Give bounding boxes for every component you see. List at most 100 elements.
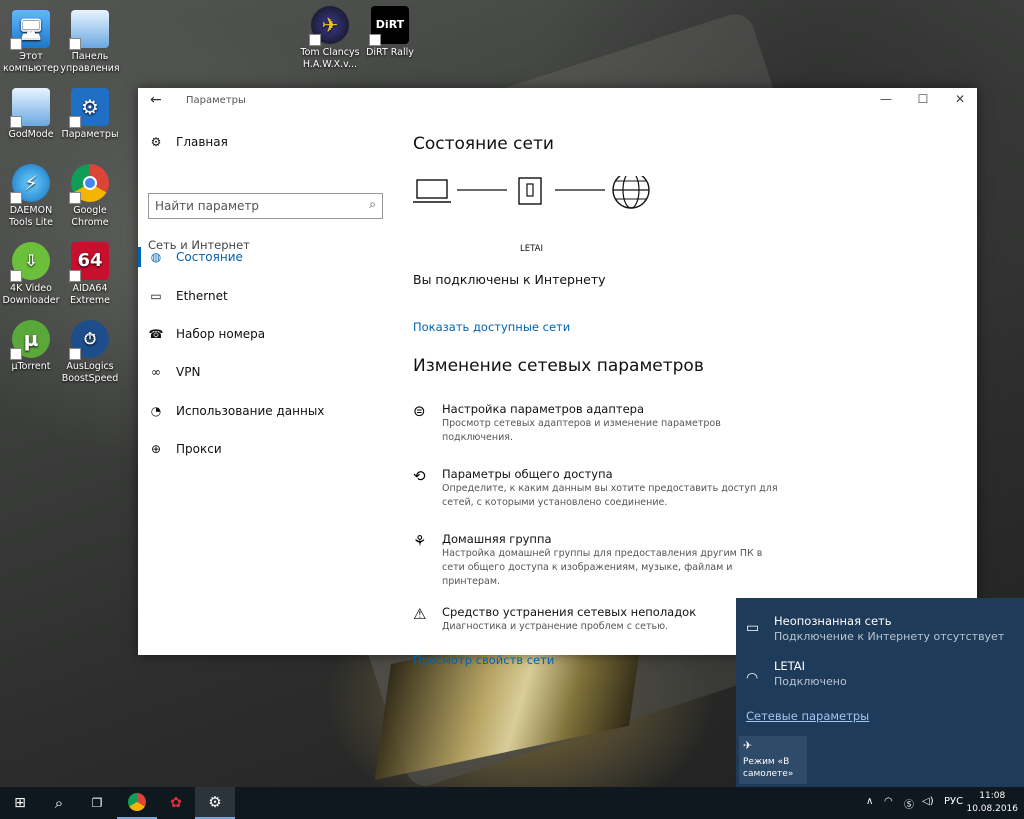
- skype-tray-icon[interactable]: Ⓢ: [904, 796, 914, 811]
- nav-home-label: Главная: [176, 135, 228, 149]
- desktop-icon-label: GodMode: [8, 129, 54, 140]
- network-status: Подключение к Интернету отсутствует: [774, 630, 1005, 643]
- desktop-icon-label: µTorrent: [11, 361, 51, 372]
- desktop-icon-hawx[interactable]: ✈ Tom Clancys H.A.W.X.v...: [299, 6, 361, 71]
- network-flyout: ▭ Неопознанная сеть Подключение к Интерн…: [736, 598, 1024, 787]
- maximize-button[interactable]: ☐: [913, 92, 933, 110]
- nav-item-status[interactable]: ◍ Состояние: [148, 244, 243, 270]
- desktop-icon-label: 4K Video Downloader: [2, 283, 60, 306]
- taskbar: ⊞ ⌕ ❐ ✿ ⚙ ∧ ◠ Ⓢ ◁) РУС 11:08 10.08.2016: [0, 787, 1024, 819]
- desktop-icon-daemon-tools[interactable]: ⚡ DAEMON Tools Lite: [0, 164, 62, 229]
- desktop-icon-label: AusLogics BoostSpeed: [61, 361, 119, 384]
- desktop-icon-auslogics[interactable]: ⏱ AusLogics BoostSpeed: [59, 320, 121, 385]
- search-icon: ⌕: [54, 794, 64, 812]
- desktop-icon-control-panel[interactable]: Панель управления: [59, 10, 121, 75]
- airplane-icon: ✈: [743, 739, 753, 752]
- nav-home[interactable]: ⚙ Главная: [148, 129, 228, 155]
- troubleshooter-link[interactable]: Средство устранения сетевых неполадок: [442, 605, 696, 619]
- wifi-icon: ◠: [746, 670, 759, 686]
- input-language[interactable]: РУС: [944, 796, 963, 807]
- utorrent-icon: µ: [10, 320, 50, 360]
- airplane-mode-toggle[interactable]: ✈ Режим «В самолете»: [739, 736, 807, 784]
- dirt-rally-icon: DiRT: [369, 6, 409, 46]
- network-settings-link[interactable]: Сетевые параметры: [746, 709, 869, 723]
- desktop-icon-label: Tom Clancys H.A.W.X.v...: [300, 47, 360, 70]
- network-name[interactable]: LETAI: [774, 659, 805, 673]
- control-panel-icon: [10, 88, 50, 128]
- network-diagram: [413, 176, 650, 209]
- task-view-button[interactable]: ❐: [77, 787, 117, 819]
- app-icon: ✿: [170, 795, 182, 811]
- nav-item-dialup[interactable]: ☎ Набор номера: [148, 321, 266, 347]
- close-button[interactable]: ✕: [950, 92, 970, 110]
- settings-content: Состояние сети LETAI Вы подключены к Инт…: [413, 114, 973, 667]
- nav-item-label: VPN: [176, 365, 201, 379]
- taskbar-settings[interactable]: ⚙: [195, 787, 235, 819]
- chrome-icon: [69, 164, 109, 204]
- nav-item-label: Состояние: [176, 250, 243, 264]
- homegroup-desc: Настройка домашней группы для предоставл…: [442, 548, 763, 587]
- troubleshooter-desc: Диагностика и устранение проблем с сетью…: [442, 621, 669, 632]
- desktop-icon-4k-downloader[interactable]: ⇩ 4K Video Downloader: [0, 242, 62, 307]
- gear-icon: ⚙: [69, 88, 109, 128]
- desktop-icon-chrome[interactable]: Google Chrome: [59, 164, 121, 229]
- network-tray-icon[interactable]: ◠: [884, 796, 893, 807]
- homegroup-link[interactable]: Домашняя группа: [442, 532, 552, 546]
- active-indicator: [138, 247, 141, 267]
- taskbar-app[interactable]: ✿: [156, 787, 196, 819]
- desktop-icon-settings[interactable]: ⚙ Параметры: [59, 88, 121, 141]
- hawx-icon: ✈: [309, 6, 349, 46]
- show-networks-link[interactable]: Показать доступные сети: [413, 320, 570, 334]
- router-icon: [518, 177, 542, 205]
- nav-item-label: Набор номера: [176, 327, 266, 341]
- desktop-icon-label: DiRT Rally: [366, 47, 414, 58]
- nav-item-label: Ethernet: [176, 289, 228, 303]
- sharing-icon: ⟲: [413, 467, 426, 485]
- globe-icon: ◍: [150, 250, 162, 264]
- nav-item-ethernet[interactable]: ▭ Ethernet: [148, 283, 228, 309]
- adapter-settings-desc: Просмотр сетевых адаптеров и изменение п…: [442, 418, 721, 443]
- search-input[interactable]: Найти параметр ⌕: [148, 193, 383, 219]
- ethernet-icon: ▭: [150, 289, 162, 303]
- back-button[interactable]: ←: [150, 92, 162, 108]
- taskbar-chrome[interactable]: [117, 787, 157, 819]
- desktop-icon-label: AIDA64 Extreme: [70, 283, 110, 306]
- network-name[interactable]: Неопознанная сеть: [774, 614, 892, 628]
- desktop-icon-label: DAEMON Tools Lite: [9, 205, 53, 228]
- minimize-button[interactable]: —: [876, 92, 896, 110]
- globe-icon: ⊕: [150, 442, 162, 456]
- windows-icon: ⊞: [14, 795, 26, 811]
- nav-item-vpn[interactable]: ∞ VPN: [148, 359, 200, 385]
- homegroup-icon: ⚘: [413, 532, 427, 550]
- search-icon: ⌕: [369, 197, 376, 211]
- clock-date: 10.08.2016: [966, 804, 1018, 814]
- window-title: Параметры: [186, 95, 246, 106]
- nav-item-proxy[interactable]: ⊕ Прокси: [148, 436, 222, 462]
- settings-window: ← Параметры — ☐ ✕ ⚙ Главная Найти параме…: [138, 88, 977, 667]
- airplane-mode-label: Режим «В самолете»: [743, 757, 794, 779]
- gear-icon: ⚙: [208, 793, 222, 811]
- desktop-icon-utorrent[interactable]: µ µTorrent: [0, 320, 62, 373]
- desktop-icon-dirt-rally[interactable]: DiRT DiRT Rally: [359, 6, 421, 59]
- desktop-icon-label: Параметры: [61, 129, 119, 140]
- view-network-properties-link[interactable]: Просмотр свойств сети: [413, 653, 554, 667]
- internet-globe-icon: [612, 176, 650, 209]
- desktop-icon-godmode[interactable]: GodMode: [0, 88, 62, 141]
- search-button[interactable]: ⌕: [39, 787, 79, 819]
- start-button[interactable]: ⊞: [0, 787, 40, 819]
- desktop-icon-label: Панель управления: [60, 51, 120, 74]
- sharing-options-link[interactable]: Параметры общего доступа: [442, 467, 613, 481]
- desktop-icon-this-pc[interactable]: 🖥 Этот компьютер: [0, 10, 62, 75]
- desktop-icon-label: Этот компьютер: [3, 51, 59, 74]
- download-icon: ⇩: [10, 242, 50, 282]
- nav-item-label: Использование данных: [176, 404, 325, 418]
- control-panel-icon: [69, 10, 109, 50]
- clock[interactable]: 11:08 10.08.2016: [966, 790, 1018, 816]
- adapter-settings-link[interactable]: Настройка параметров адаптера: [442, 402, 644, 416]
- task-view-icon: ❐: [91, 796, 103, 810]
- volume-icon[interactable]: ◁): [922, 796, 934, 807]
- desktop-icon-aida64[interactable]: 64 AIDA64 Extreme: [59, 242, 121, 307]
- show-hidden-icons[interactable]: ∧: [866, 796, 873, 807]
- nav-item-data-usage[interactable]: ◔ Использование данных: [148, 398, 325, 424]
- nav-item-label: Прокси: [176, 442, 222, 456]
